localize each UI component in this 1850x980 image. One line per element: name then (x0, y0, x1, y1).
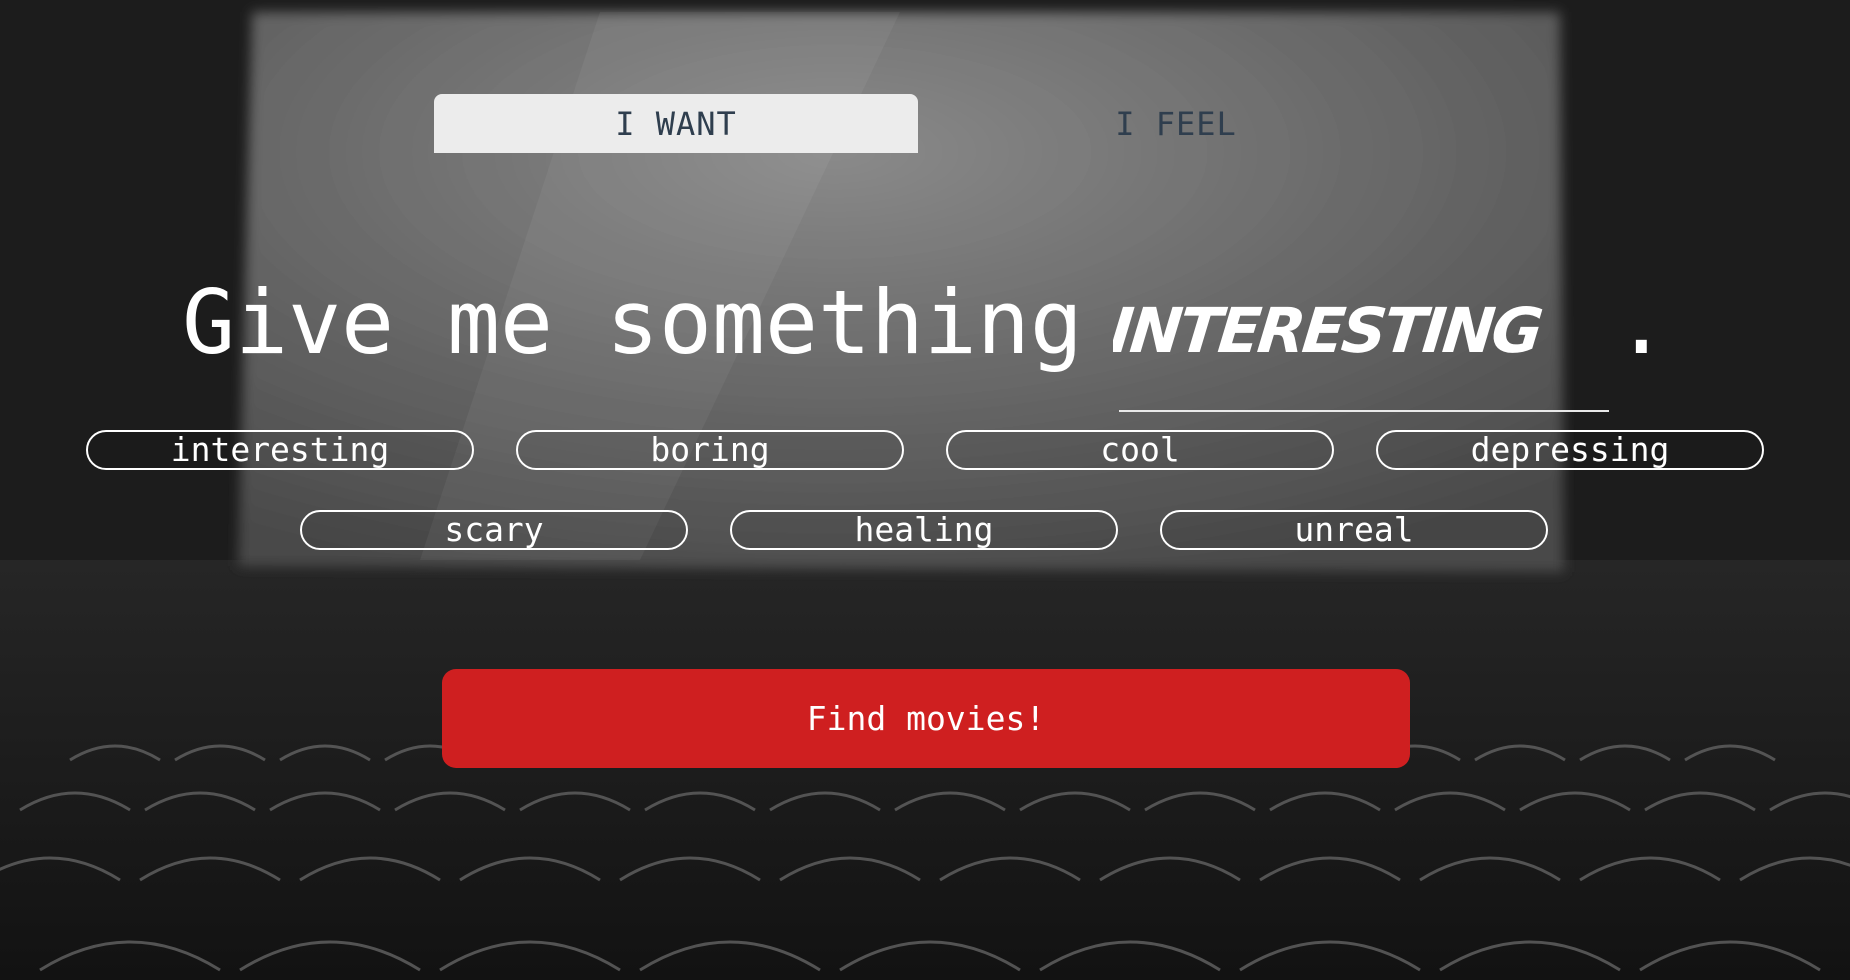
selected-word-text: INTERESTING (1113, 294, 1545, 367)
headline-prefix: Give me something (182, 271, 1083, 374)
headline-period: . (1614, 271, 1668, 374)
selected-word-handwritten: INTERESTING (1113, 294, 1545, 367)
option-scary[interactable]: scary (300, 510, 688, 550)
option-unreal[interactable]: unreal (1160, 510, 1548, 550)
selected-word-underline (1118, 410, 1609, 412)
headline: Give me something INTERESTING . (0, 268, 1850, 412)
tab-i-feel[interactable]: I FEEL (934, 94, 1418, 153)
option-boring[interactable]: boring (516, 430, 904, 470)
option-healing[interactable]: healing (730, 510, 1118, 550)
app-root: I WANT I FEEL Give me something INTEREST… (0, 0, 1850, 980)
option-depressing[interactable]: depressing (1376, 430, 1764, 470)
tab-i-want[interactable]: I WANT (434, 94, 918, 153)
option-cool[interactable]: cool (946, 430, 1334, 470)
find-movies-button[interactable]: Find movies! (442, 669, 1410, 768)
selected-word-slot[interactable]: INTERESTING (1113, 268, 1609, 412)
option-interesting[interactable]: interesting (86, 430, 474, 470)
